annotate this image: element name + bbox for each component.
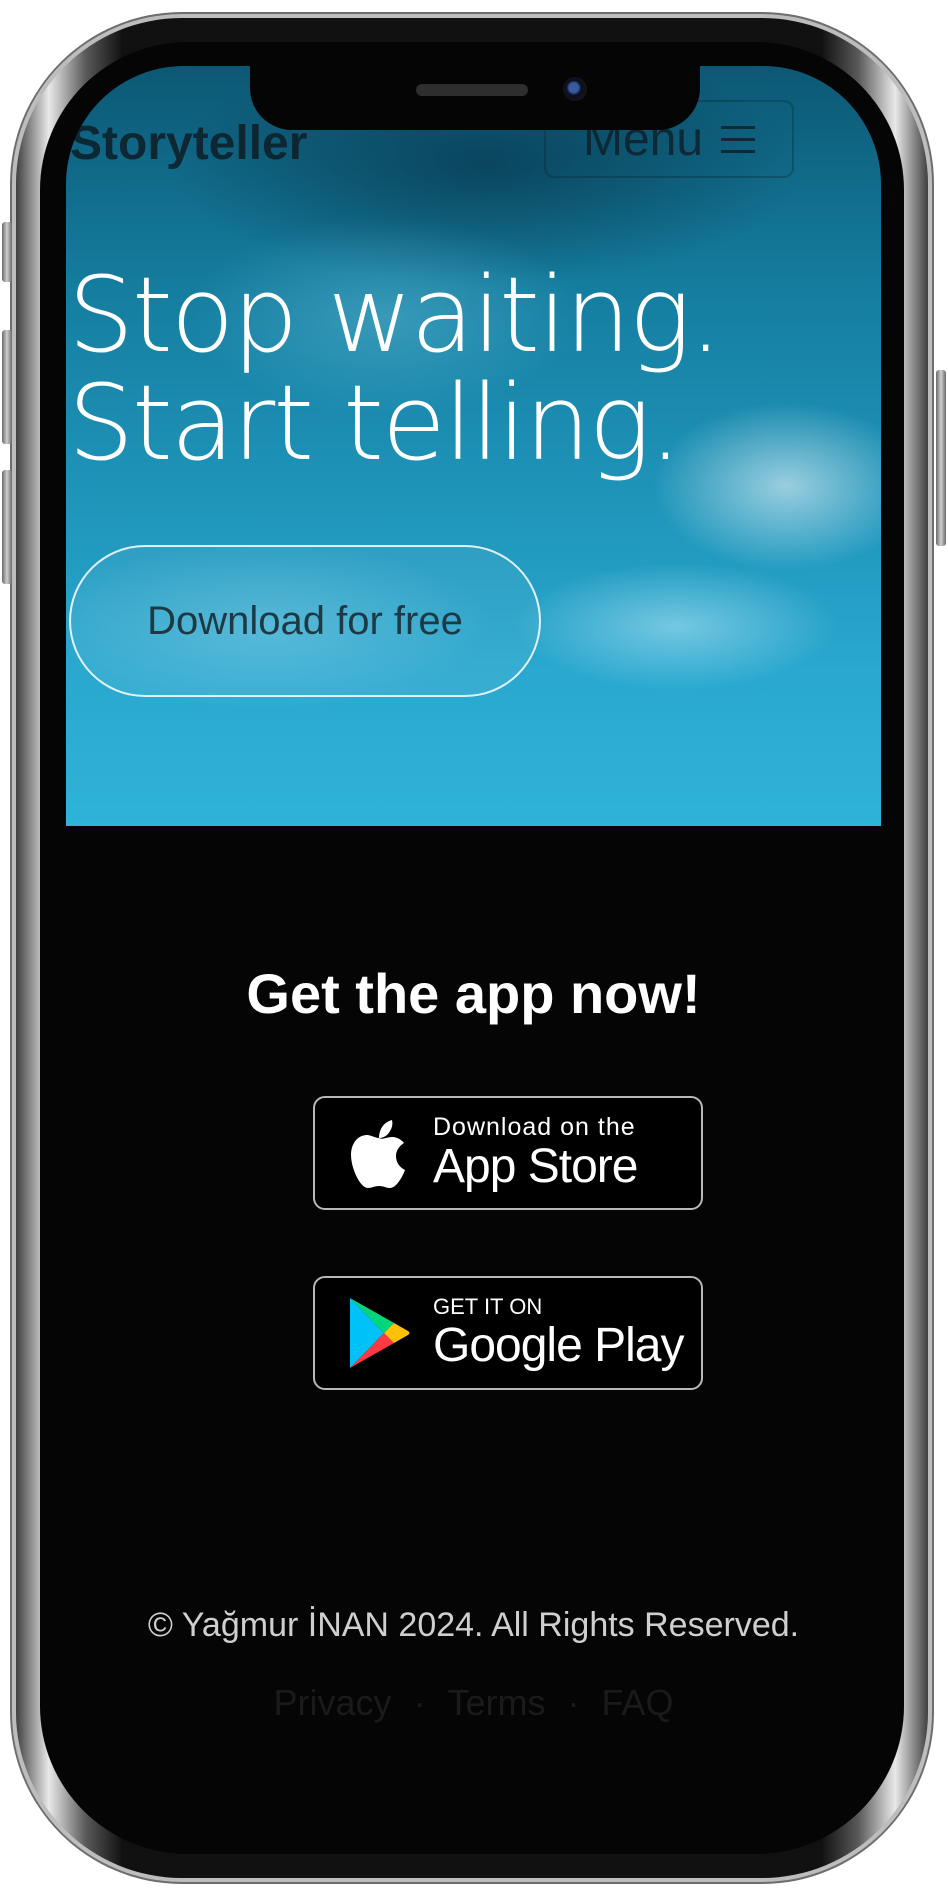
get-app-heading: Get the app now!	[246, 962, 701, 1025]
faq-link[interactable]: FAQ	[602, 1682, 674, 1723]
privacy-link[interactable]: Privacy	[273, 1682, 391, 1723]
speaker-grille	[416, 84, 528, 96]
apple-icon	[343, 1116, 415, 1190]
volume-up-button	[2, 330, 12, 444]
google-play-icon	[343, 1296, 415, 1370]
copyright-text: © Yağmur İNAN 2024. All Rights Reserved.	[147, 1606, 800, 1644]
power-button	[936, 370, 946, 546]
footer-separator: ·	[413, 1682, 426, 1723]
app-store-big-label: App Store	[433, 1140, 638, 1193]
footer-separator: ·	[567, 1682, 580, 1723]
phone-screen: Storyteller Menu Stop waiting. Start tel…	[66, 66, 881, 1830]
app-store-button[interactable]: Download on the App Store	[313, 1096, 703, 1210]
mute-switch	[2, 222, 12, 282]
google-play-text: GET IT ON Google Play	[433, 1294, 684, 1372]
google-play-small-label: GET IT ON	[433, 1294, 543, 1319]
app-store-small-label: Download on the	[433, 1113, 636, 1141]
phone-notch	[250, 66, 700, 130]
hero-section: Storyteller Menu Stop waiting. Start tel…	[66, 66, 881, 826]
volume-down-button	[2, 470, 12, 584]
hero-headline: Stop waiting. Start telling.	[68, 254, 722, 484]
front-camera	[563, 77, 587, 101]
footer-links: Privacy · Terms · FAQ	[66, 1682, 881, 1724]
hamburger-icon	[721, 125, 756, 153]
headline-line-2: Start telling.	[68, 362, 682, 484]
app-store-text: Download on the App Store	[433, 1113, 638, 1193]
headline-line-1: Stop waiting.	[68, 254, 722, 376]
download-free-button[interactable]: Download for free	[69, 545, 541, 697]
terms-link[interactable]: Terms	[448, 1682, 546, 1723]
google-play-big-label: Google Play	[433, 1319, 684, 1372]
google-play-button[interactable]: GET IT ON Google Play	[313, 1276, 703, 1390]
